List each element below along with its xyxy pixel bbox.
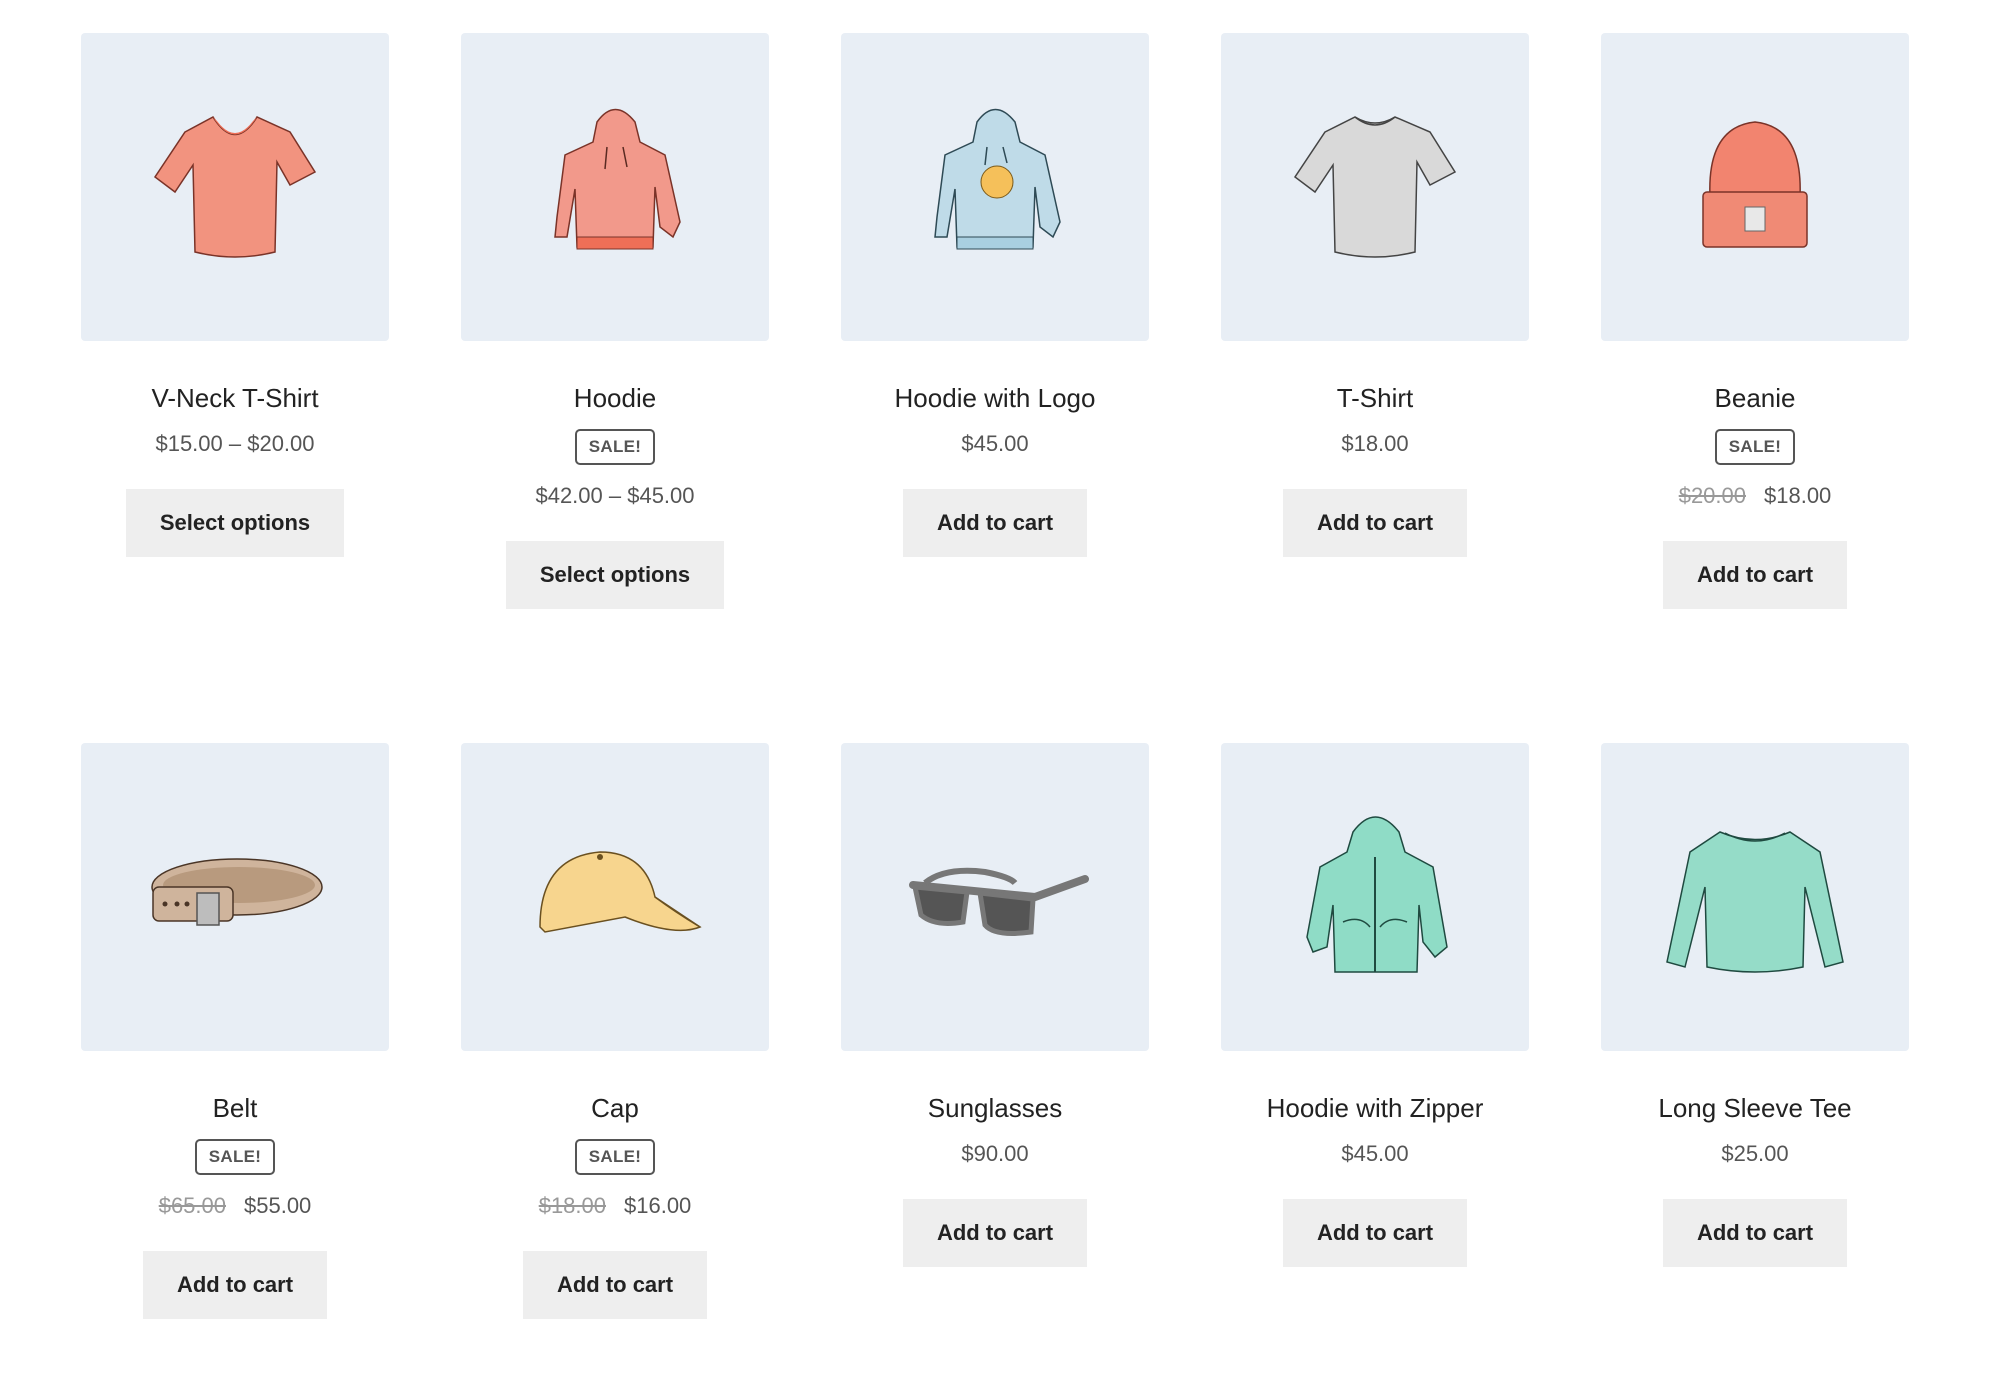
price-amount: $25.00 <box>1721 1141 1789 1166</box>
long-sleeve-tee-icon <box>1666 831 1844 973</box>
price-amount: $45.00 <box>1341 1141 1409 1166</box>
product-title[interactable]: Belt <box>81 1091 389 1125</box>
product-image-link[interactable] <box>81 743 389 1051</box>
add-to-cart-button[interactable]: Add to cart <box>142 1251 328 1319</box>
product-price: $42.00 – $45.00 <box>461 481 769 511</box>
product-image-link[interactable] <box>1601 33 1909 341</box>
sale-badge: SALE! <box>194 1139 276 1175</box>
sunglasses-icon <box>909 867 1089 936</box>
tshirt-icon <box>1293 116 1457 258</box>
product-title[interactable]: Cap <box>461 1091 769 1125</box>
regular-price: $18.00 <box>538 1193 606 1218</box>
product-card: Long Sleeve Tee $25.00 Add to cart <box>1601 743 1909 1267</box>
product-title[interactable]: Beanie <box>1601 381 1909 415</box>
product-title[interactable]: V-Neck T-Shirt <box>81 381 389 415</box>
product-price: $18.00 <box>1221 429 1529 459</box>
product-card: Beanie SALE! $20.00 $18.00 Add to cart <box>1601 33 1909 609</box>
cap-icon <box>539 851 702 933</box>
product-image-link[interactable] <box>1221 33 1529 341</box>
product-title[interactable]: T-Shirt <box>1221 381 1529 415</box>
hoodie-icon <box>554 108 681 250</box>
product-image-link[interactable] <box>461 33 769 341</box>
product-price: $45.00 <box>841 429 1149 459</box>
product-image-link[interactable] <box>1221 743 1529 1051</box>
product-card: Belt SALE! $65.00 $55.00 Add to cart <box>81 743 389 1319</box>
add-to-cart-button[interactable]: Add to cart <box>902 1199 1088 1267</box>
hoodie-with-logo-icon <box>934 108 1061 250</box>
sale-price: $18.00 <box>1764 483 1832 508</box>
beanie-icon <box>1702 121 1808 248</box>
product-title[interactable]: Hoodie with Zipper <box>1221 1091 1529 1125</box>
product-card: Cap SALE! $18.00 $16.00 Add to cart <box>461 743 769 1319</box>
product-image-link[interactable] <box>841 33 1149 341</box>
product-price: $15.00 – $20.00 <box>81 429 389 459</box>
product-title[interactable]: Sunglasses <box>841 1091 1149 1125</box>
add-to-cart-button[interactable]: Add to cart <box>1662 1199 1848 1267</box>
belt-icon <box>151 858 323 926</box>
select-options-button[interactable]: Select options <box>125 489 345 557</box>
sale-badge: SALE! <box>574 1139 656 1175</box>
add-to-cart-button[interactable]: Add to cart <box>1282 489 1468 557</box>
product-price: $20.00 $18.00 <box>1601 481 1909 511</box>
add-to-cart-button[interactable]: Add to cart <box>1662 541 1848 609</box>
select-options-button[interactable]: Select options <box>505 541 725 609</box>
sale-price: $16.00 <box>624 1193 692 1218</box>
product-price: $65.00 $55.00 <box>81 1191 389 1221</box>
product-price: $90.00 <box>841 1139 1149 1169</box>
product-price: $25.00 <box>1601 1139 1909 1169</box>
product-image-link[interactable] <box>1601 743 1909 1051</box>
product-card: Hoodie with Zipper $45.00 Add to cart <box>1221 743 1529 1267</box>
price-amount: $45.00 <box>961 431 1029 456</box>
add-to-cart-button[interactable]: Add to cart <box>902 489 1088 557</box>
price-amount: $42.00 – $45.00 <box>535 483 695 508</box>
sale-badge: SALE! <box>1714 429 1796 465</box>
vneck-tshirt-icon <box>153 116 317 258</box>
product-price: $45.00 <box>1221 1139 1529 1169</box>
product-card: Hoodie SALE! $42.00 – $45.00 Select opti… <box>461 33 769 609</box>
price-amount: $15.00 – $20.00 <box>155 431 315 456</box>
product-price: $18.00 $16.00 <box>461 1191 769 1221</box>
add-to-cart-button[interactable]: Add to cart <box>522 1251 708 1319</box>
price-amount: $90.00 <box>961 1141 1029 1166</box>
product-card: V-Neck T-Shirt $15.00 – $20.00 Select op… <box>81 33 389 557</box>
sale-price: $55.00 <box>244 1193 312 1218</box>
regular-price: $20.00 <box>1678 483 1746 508</box>
product-title[interactable]: Hoodie with Logo <box>841 381 1149 415</box>
product-title[interactable]: Long Sleeve Tee <box>1601 1091 1909 1125</box>
product-image-link[interactable] <box>841 743 1149 1051</box>
product-card: Hoodie with Logo $45.00 Add to cart <box>841 33 1149 557</box>
product-image-link[interactable] <box>81 33 389 341</box>
sale-badge: SALE! <box>574 429 656 465</box>
price-amount: $18.00 <box>1341 431 1409 456</box>
add-to-cart-button[interactable]: Add to cart <box>1282 1199 1468 1267</box>
product-title[interactable]: Hoodie <box>461 381 769 415</box>
product-image-link[interactable] <box>461 743 769 1051</box>
hoodie-with-zipper-icon <box>1306 816 1448 973</box>
product-card: T-Shirt $18.00 Add to cart <box>1221 33 1529 557</box>
regular-price: $65.00 <box>158 1193 226 1218</box>
product-card: Sunglasses $90.00 Add to cart <box>841 743 1149 1267</box>
product-grid: V-Neck T-Shirt $15.00 – $20.00 Select op… <box>0 0 2000 1397</box>
